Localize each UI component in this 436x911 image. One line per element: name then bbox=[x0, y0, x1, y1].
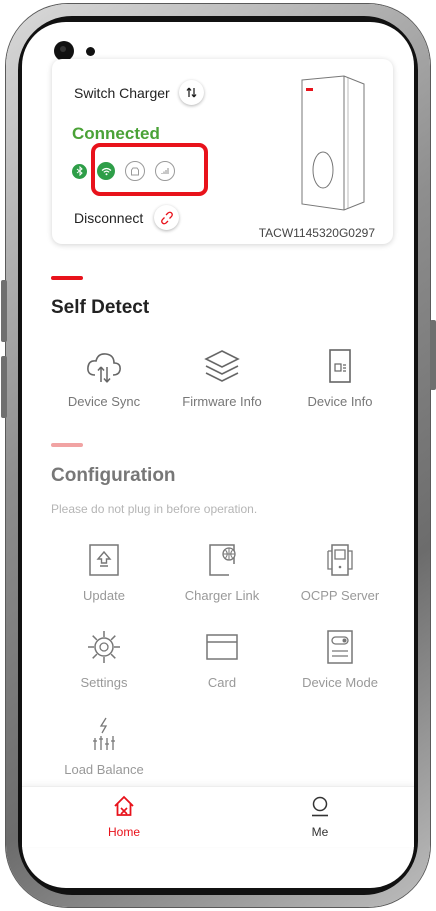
switch-charger-label: Switch Charger bbox=[74, 85, 170, 101]
user-icon bbox=[312, 796, 328, 817]
device-mode-label: Device Mode bbox=[302, 675, 378, 690]
section-accent bbox=[51, 443, 83, 447]
side-button bbox=[1, 356, 7, 418]
swap-icon bbox=[186, 87, 197, 98]
self-detect-title: Self Detect bbox=[51, 297, 150, 318]
device-mode-icon bbox=[327, 630, 353, 664]
connection-status: Connected bbox=[72, 124, 160, 143]
front-sensor bbox=[86, 47, 95, 56]
server-icon bbox=[327, 544, 353, 576]
card-icon bbox=[206, 634, 238, 660]
disconnect-label: Disconnect bbox=[74, 210, 144, 226]
device-info-icon bbox=[329, 349, 351, 383]
device-info-tile[interactable]: Device Info bbox=[285, 346, 395, 409]
load-balance-icon bbox=[93, 717, 115, 750]
tab-home-label: Home bbox=[107, 825, 140, 839]
bluetooth-icon bbox=[72, 163, 87, 179]
serial-number: TACW1145320G0297 bbox=[258, 226, 375, 240]
update-icon bbox=[89, 544, 119, 576]
gear-icon bbox=[88, 631, 120, 663]
configuration-title: Configuration bbox=[51, 465, 176, 486]
switch-charger-button[interactable] bbox=[179, 80, 204, 105]
update-label: Update bbox=[83, 588, 125, 603]
charger-image bbox=[301, 75, 365, 211]
charger-link-tile[interactable]: Charger Link bbox=[167, 540, 277, 603]
connectivity-highlight bbox=[91, 143, 208, 196]
device-card: Switch Charger Connected Disconnect TACW… bbox=[52, 59, 393, 244]
charger-link-label: Charger Link bbox=[184, 588, 260, 603]
charger-link-icon bbox=[209, 544, 236, 576]
device-sync-label: Device Sync bbox=[67, 394, 141, 409]
tab-me-label: Me bbox=[311, 825, 329, 839]
configuration-note: Please do not plug in before operation. bbox=[51, 502, 258, 516]
bottom-tab-bar: Home Me bbox=[22, 786, 414, 847]
settings-label: Settings bbox=[80, 675, 128, 690]
firmware-info-label: Firmware Info bbox=[182, 394, 262, 409]
firmware-info-tile[interactable]: Firmware Info bbox=[167, 346, 277, 409]
section-accent bbox=[51, 276, 83, 280]
load-balance-label: Load Balance bbox=[64, 762, 144, 777]
update-tile[interactable]: Update bbox=[49, 540, 159, 603]
home-icon bbox=[114, 795, 134, 816]
device-sync-tile[interactable]: Device Sync bbox=[49, 346, 159, 409]
device-mode-tile[interactable]: Device Mode bbox=[285, 627, 395, 690]
side-button bbox=[1, 280, 7, 342]
tab-home[interactable]: Home bbox=[64, 795, 184, 839]
load-balance-tile[interactable]: Load Balance bbox=[49, 714, 159, 777]
tab-me[interactable]: Me bbox=[260, 795, 380, 839]
cloud-sync-icon bbox=[87, 353, 121, 383]
ocpp-server-tile[interactable]: OCPP Server bbox=[285, 540, 395, 603]
disconnect-button[interactable] bbox=[154, 205, 179, 230]
unlink-icon bbox=[160, 211, 173, 224]
ocpp-server-label: OCPP Server bbox=[300, 588, 380, 603]
card-label: Card bbox=[207, 675, 237, 690]
layers-icon bbox=[204, 350, 240, 382]
front-camera bbox=[54, 41, 74, 61]
device-info-label: Device Info bbox=[307, 394, 373, 409]
side-button bbox=[430, 320, 436, 390]
settings-tile[interactable]: Settings bbox=[49, 627, 159, 690]
card-tile[interactable]: Card bbox=[167, 627, 277, 690]
